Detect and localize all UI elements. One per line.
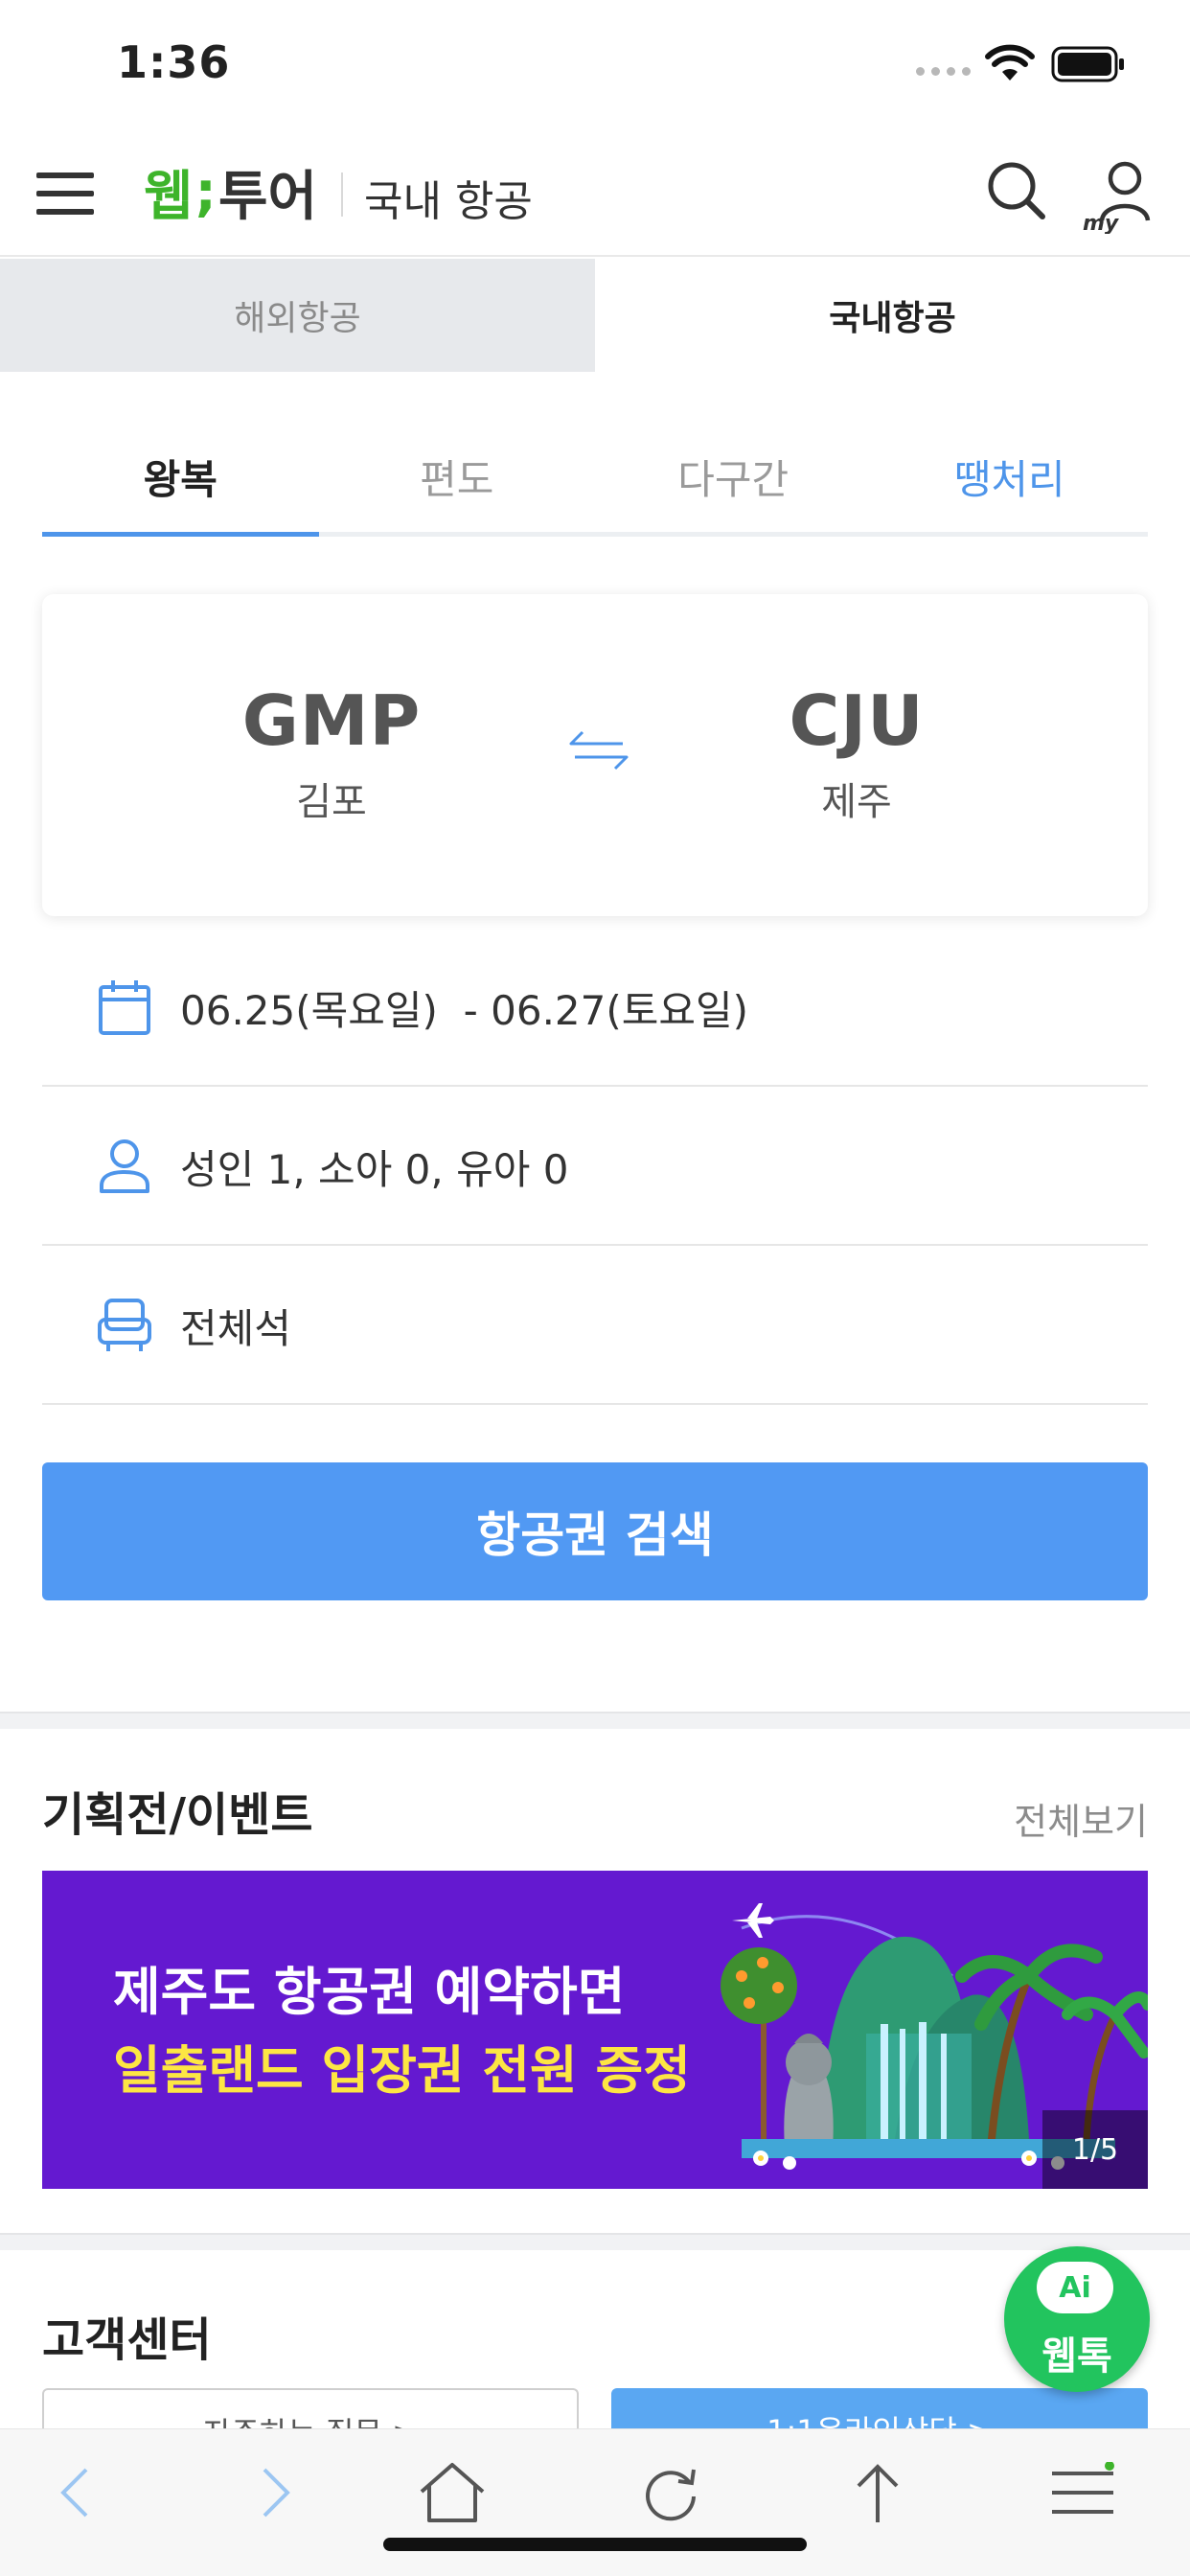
- status-time: 1:36: [117, 36, 231, 88]
- logo-text-green: 웹: [144, 165, 194, 228]
- status-bar: 1:36: [0, 0, 1190, 134]
- menu-button[interactable]: [36, 167, 94, 220]
- flight-type-tabs: 해외항공 국내항공: [0, 259, 1190, 372]
- cellular-signal-icon: [916, 67, 971, 76]
- logo-divider: [341, 172, 343, 217]
- calendar-icon: [96, 978, 153, 1036]
- my-page-icon[interactable]: my: [1079, 157, 1156, 234]
- tab-domestic-flights[interactable]: 국내항공: [595, 259, 1190, 372]
- forward-icon[interactable]: [238, 2454, 314, 2531]
- share-up-icon[interactable]: [839, 2454, 916, 2531]
- search-flights-button[interactable]: 항공권 검색: [42, 1462, 1148, 1600]
- back-icon[interactable]: [36, 2454, 113, 2531]
- tab-international-flights[interactable]: 해외항공: [0, 259, 595, 372]
- browser-toolbar: [0, 2428, 1190, 2576]
- banner-line-2: 일출랜드 입장권 전원 증정: [113, 2040, 691, 2101]
- logo[interactable]: 웹 ; 투어: [144, 157, 317, 228]
- logo-dot: ;: [195, 160, 217, 223]
- route-card: GMP 김포 CJU 제주: [42, 594, 1148, 916]
- banner-line-1: 제주도 항공권 예약하면: [113, 1962, 626, 2022]
- tab-multi-city[interactable]: 다구간: [595, 422, 872, 532]
- ai-badge: Ai: [1037, 2262, 1113, 2313]
- event-banner[interactable]: 제주도 항공권 예약하면 일출랜드 입장권 전원 증정 1/5: [42, 1871, 1148, 2189]
- passenger-count: 성인 1, 소아 0, 유아 0: [180, 1145, 569, 1193]
- wifi-icon: [985, 44, 1035, 80]
- ai-chat-button[interactable]: Ai 웹톡: [1004, 2246, 1150, 2392]
- swap-icon[interactable]: [565, 728, 632, 772]
- departure-city: 김포: [296, 780, 367, 824]
- home-icon[interactable]: [414, 2454, 491, 2531]
- seat-class-selector[interactable]: 전체석: [42, 1248, 1148, 1405]
- more-menu-icon[interactable]: [1044, 2454, 1121, 2531]
- departure-airport[interactable]: GMP 김포: [188, 680, 475, 826]
- ai-chat-label: 웹톡: [1041, 2334, 1112, 2379]
- banner-pager: 1/5: [1042, 2110, 1148, 2189]
- tab-last-minute[interactable]: 땡처리: [872, 422, 1149, 532]
- section-divider: [0, 1712, 1190, 1729]
- tab-round-trip[interactable]: 왕복: [42, 422, 319, 537]
- battery-icon: [1051, 46, 1124, 82]
- refresh-icon[interactable]: [632, 2454, 709, 2531]
- logo-text-dark: 투어: [217, 165, 317, 228]
- departure-code: GMP: [241, 680, 422, 761]
- person-icon: [96, 1138, 153, 1195]
- home-indicator: [383, 2538, 807, 2551]
- section-divider: [0, 2233, 1190, 2250]
- travel-dates: 06.25(목요일) - 06.27(토요일): [180, 986, 749, 1034]
- seat-class: 전체석: [180, 1304, 291, 1352]
- see-all-link[interactable]: 전체보기: [1014, 1792, 1148, 1845]
- seat-icon: [96, 1297, 153, 1354]
- arrival-airport[interactable]: CJU 제주: [713, 680, 1000, 826]
- my-label: my: [1083, 212, 1120, 234]
- date-selector[interactable]: 06.25(목요일) - 06.27(토요일): [42, 930, 1148, 1087]
- arrival-code: CJU: [789, 680, 925, 761]
- tab-one-way[interactable]: 편도: [319, 422, 596, 532]
- search-icon[interactable]: [983, 157, 1050, 224]
- arrival-city: 제주: [821, 780, 892, 824]
- passenger-selector[interactable]: 성인 1, 소아 0, 유아 0: [42, 1089, 1148, 1246]
- events-title: 기획전/이벤트: [42, 1788, 313, 1842]
- app-header: 웹 ; 투어 국내 항공 my: [0, 134, 1190, 257]
- trip-type-tabs: 왕복 편도 다구간 땡처리: [42, 422, 1148, 537]
- service-title: 국내 항공: [364, 177, 533, 226]
- customer-center-title: 고객센터: [42, 2313, 212, 2367]
